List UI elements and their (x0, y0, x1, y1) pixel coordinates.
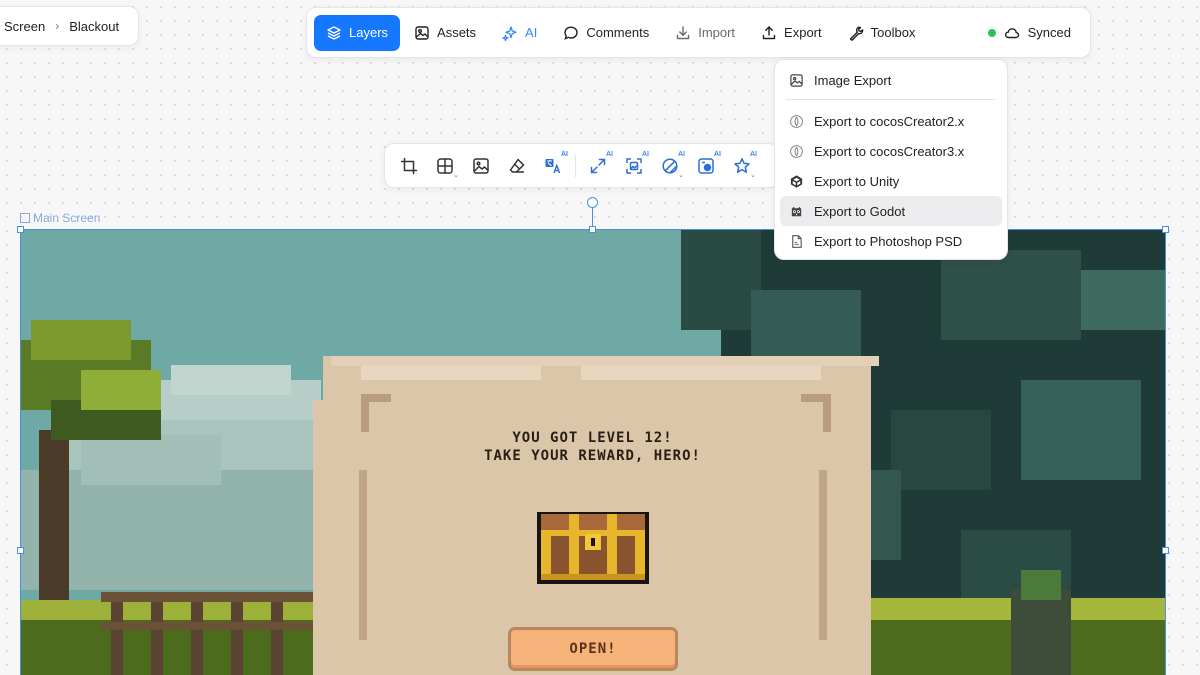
image-tools-bar: ⌄ AI AI AI AI ⌄ AI AI ⌄ (384, 143, 779, 188)
chevron-down-icon: ⌄ (453, 171, 459, 179)
resize-handle-top[interactable] (589, 226, 596, 233)
resize-handle-top-left[interactable] (17, 226, 24, 233)
ai-expand-tool-button[interactable]: AI (580, 148, 616, 184)
ai-badge: AI (714, 150, 721, 158)
menu-item-label: Export to cocosCreator2.x (814, 113, 965, 129)
comments-label: Comments (586, 25, 650, 40)
menu-divider (786, 99, 996, 100)
export-dropdown-menu: Image Export Export to cocosCreator2.x E… (774, 59, 1008, 260)
import-label: Import (698, 25, 736, 40)
menu-item-export-cocos3[interactable]: Export to cocosCreator3.x (780, 136, 1002, 166)
ai-effects-tool-button[interactable]: AI ⌄ (724, 148, 760, 184)
upscale-icon (626, 157, 642, 174)
star-icon (734, 157, 750, 173)
menu-item-label: Export to cocosCreator3.x (814, 143, 965, 159)
ai-remove-background-tool-button[interactable]: AI ⌄ (652, 148, 688, 184)
cloud-icon (1004, 27, 1019, 38)
resize-handle-top-right[interactable] (1162, 226, 1169, 233)
cocos-icon (790, 144, 803, 158)
import-button[interactable]: Import (663, 15, 747, 51)
reward-title-line-2: TAKE YOUR REWARD, HERO! (484, 448, 701, 464)
sparkles-icon (502, 25, 517, 41)
upload-icon (762, 25, 776, 39)
inpaint-icon (698, 157, 714, 174)
image-replace-icon (473, 157, 489, 174)
assets-button[interactable]: Assets (402, 15, 488, 51)
toolbar-divider (575, 154, 576, 177)
chevron-down-icon: ⌄ (750, 171, 756, 179)
image-icon (790, 73, 803, 87)
frame-icon (20, 213, 30, 223)
frame-label-text: Main Screen (33, 211, 101, 225)
breadcrumb: Screen › Blackout (0, 6, 139, 46)
ai-badge: AI (561, 150, 568, 158)
crop-icon (400, 157, 418, 174)
eraser-tool-button[interactable] (499, 148, 535, 184)
export-label: Export (784, 25, 822, 40)
menu-item-image-export[interactable]: Image Export (780, 65, 1002, 95)
ai-badge: AI (750, 150, 757, 158)
ai-upscale-tool-button[interactable]: AI (616, 148, 652, 184)
translate-icon (545, 158, 561, 173)
breadcrumb-separator: › (55, 19, 60, 33)
toolbox-label: Toolbox (870, 25, 916, 40)
menu-item-export-godot[interactable]: Export to Godot (780, 196, 1002, 226)
menu-item-label: Export to Photoshop PSD (814, 233, 963, 249)
sync-status-dot (987, 28, 996, 37)
breadcrumb-item-screen[interactable]: Screen (4, 19, 45, 34)
frame-label[interactable]: Main Screen (20, 211, 100, 225)
layers-label: Layers (349, 25, 389, 40)
cocos-icon (790, 114, 803, 128)
ai-badge: AI (678, 150, 685, 158)
expand-icon (590, 158, 606, 173)
download-icon (677, 25, 690, 39)
reward-title: YOU GOT LEVEL 12! TAKE YOUR REWARD, HERO… (420, 429, 765, 465)
layers-button[interactable]: Layers (314, 14, 401, 51)
replace-image-tool-button[interactable] (463, 148, 499, 184)
comments-button[interactable]: Comments (551, 15, 661, 51)
assets-label: Assets (437, 25, 477, 40)
toolbox-button[interactable]: Toolbox (836, 15, 928, 51)
sync-label: Synced (1027, 25, 1071, 40)
breadcrumb-item-blackout[interactable]: Blackout (69, 19, 119, 34)
unity-icon (790, 174, 803, 188)
chevron-down-icon: ⌄ (678, 171, 684, 179)
wrench-icon (849, 26, 863, 41)
resize-handle-left[interactable] (17, 547, 24, 554)
open-chest-button[interactable]: OPEN! (508, 627, 678, 671)
grid-icon (437, 157, 453, 174)
eraser-icon (509, 158, 525, 173)
rotation-handle[interactable] (587, 197, 598, 208)
layers-icon (327, 25, 341, 40)
resize-handle-right[interactable] (1162, 547, 1169, 554)
ai-button[interactable]: AI (490, 15, 549, 51)
comment-icon (564, 25, 579, 40)
menu-item-export-unity[interactable]: Export to Unity (780, 166, 1002, 196)
image-icon (415, 25, 429, 40)
menu-item-label: Export to Godot (814, 203, 906, 219)
sync-status: Synced (987, 25, 1083, 41)
menu-item-label: Export to Unity (814, 173, 900, 189)
open-chest-button-label: OPEN! (569, 641, 617, 657)
ai-translate-tool-button[interactable]: AI (535, 148, 571, 184)
menu-item-export-psd[interactable]: Export to Photoshop PSD (780, 226, 1002, 256)
ai-inpaint-tool-button[interactable]: AI (688, 148, 724, 184)
ai-badge: AI (606, 150, 613, 158)
grid-slice-tool-button[interactable]: ⌄ (427, 148, 463, 184)
menu-item-export-cocos2[interactable]: Export to cocosCreator2.x (780, 106, 1002, 136)
export-button[interactable]: Export (749, 15, 834, 51)
reward-title-line-1: YOU GOT LEVEL 12! (512, 430, 673, 446)
ai-badge: AI (642, 150, 649, 158)
ai-label: AI (525, 25, 538, 40)
crop-tool-button[interactable] (391, 148, 427, 184)
remove-background-icon (662, 157, 678, 174)
psd-file-icon (792, 234, 802, 248)
main-toolbar: Layers Assets AI Comments Import Export … (306, 7, 1091, 58)
menu-item-label: Image Export (814, 72, 892, 88)
godot-icon (791, 206, 802, 216)
